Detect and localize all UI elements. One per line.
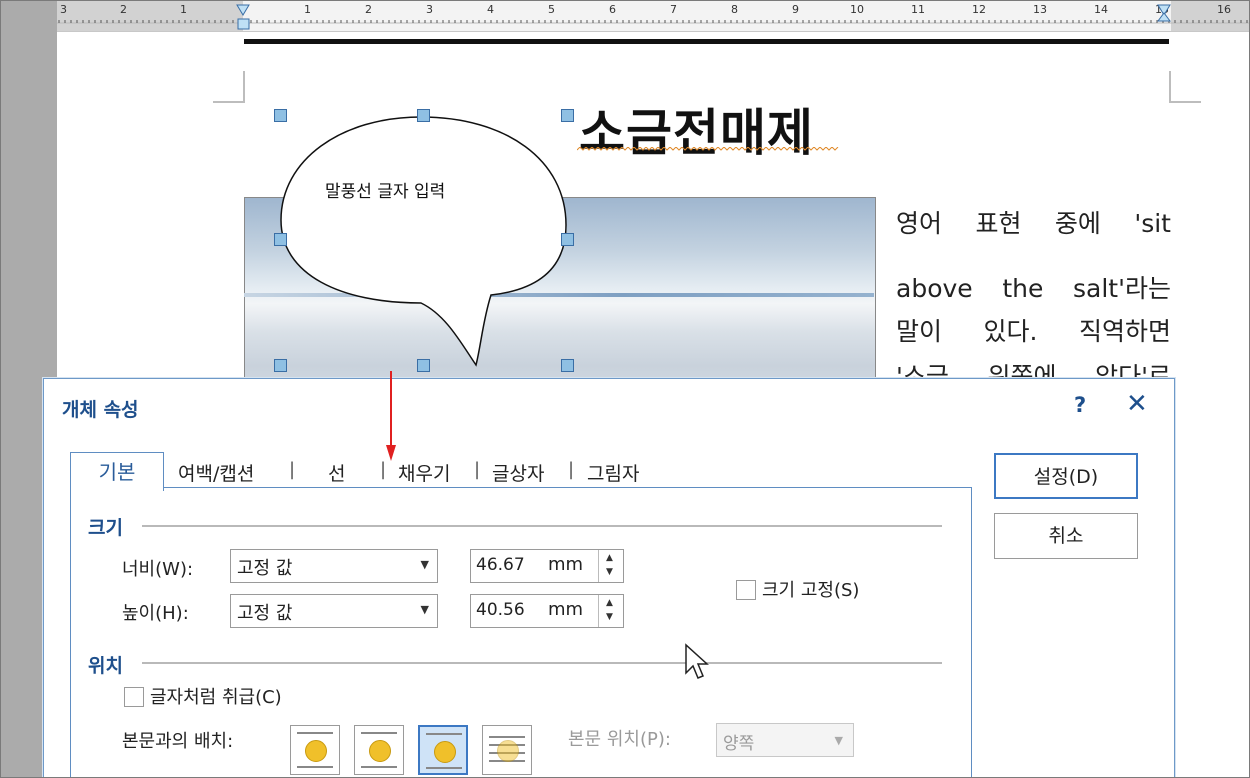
- paragraph-line[interactable]: 말이 있다. 직역하면: [896, 312, 1171, 348]
- height-value-spinner[interactable]: 40.56 mm ▲ ▼: [470, 594, 624, 628]
- mouse-cursor-icon: [685, 643, 709, 679]
- bubble-text[interactable]: 말풍선 글자 입력: [325, 177, 445, 202]
- help-button[interactable]: ?: [1074, 393, 1086, 417]
- resize-handle[interactable]: [274, 233, 287, 246]
- spin-down-icon[interactable]: ▼: [606, 612, 613, 622]
- right-indent-marker-lower[interactable]: [1157, 12, 1171, 22]
- lock-size-label[interactable]: 크기 고정(S): [762, 576, 859, 602]
- tab-separator: |: [568, 459, 575, 480]
- close-button[interactable]: ✕: [1126, 389, 1148, 419]
- height-unit: mm: [548, 599, 584, 620]
- spin-up-icon[interactable]: ▲: [606, 553, 613, 563]
- wrap-square-button[interactable]: [290, 725, 340, 775]
- cancel-button[interactable]: 취소: [994, 513, 1138, 559]
- chevron-down-icon: ▼: [420, 603, 429, 616]
- resize-handle[interactable]: [561, 359, 574, 372]
- horizontal-ruler[interactable]: 3 2 1 1 2 3 4 5 6 7 8 9 10 11 12 13 14 1…: [57, 1, 1249, 32]
- text-position-select: 양쪽 ▼: [716, 723, 854, 757]
- speech-bubble-shape[interactable]: [271, 105, 581, 375]
- screen-frame: 3 2 1 1 2 3 4 5 6 7 8 9 10 11 12 13 14 1…: [0, 0, 1250, 778]
- spin-down-icon[interactable]: ▼: [606, 567, 613, 577]
- text-lines: [426, 733, 462, 735]
- smiley-object-icon: [369, 740, 391, 762]
- smiley-object-icon: [497, 740, 519, 762]
- wrap-behind-button[interactable]: [482, 725, 532, 775]
- indent-marker-top[interactable]: [236, 4, 250, 16]
- spellcheck-underline: [577, 147, 839, 151]
- text-lines: [361, 732, 397, 734]
- chevron-down-icon: ▼: [420, 558, 429, 571]
- indent-marker-bottom[interactable]: [237, 18, 250, 30]
- ok-button[interactable]: 설정(D): [994, 453, 1138, 499]
- smiley-object-icon: [434, 741, 456, 763]
- smiley-object-icon: [305, 740, 327, 762]
- width-mode-value: 고정 값: [237, 558, 293, 579]
- height-value: 40.56: [476, 600, 525, 620]
- lock-size-checkbox[interactable]: [736, 580, 756, 600]
- dialog-title: 개체 속성: [62, 399, 139, 421]
- size-section-title: 크기: [88, 517, 123, 539]
- text-lines: [297, 732, 333, 734]
- width-value-spinner[interactable]: 46.67 mm ▲ ▼: [470, 549, 624, 583]
- height-mode-select[interactable]: 고정 값 ▼: [230, 594, 438, 628]
- wrap-top-bottom-button[interactable]: [354, 725, 404, 775]
- crop-mark: [1169, 71, 1201, 103]
- width-value: 46.67: [476, 555, 525, 575]
- crop-mark: [213, 71, 245, 103]
- ruler-ticks: [57, 4, 1249, 30]
- tab-fill[interactable]: 채우기: [398, 459, 450, 486]
- tab-margin-caption[interactable]: 여백/캡션: [178, 459, 254, 486]
- wrap-label: 본문과의 배치:: [122, 731, 234, 752]
- annotation-arrow-icon: [386, 371, 396, 461]
- resize-handle[interactable]: [561, 109, 574, 122]
- tab-basic[interactable]: 기본: [70, 452, 164, 491]
- resize-handle[interactable]: [561, 233, 574, 246]
- tab-shadow[interactable]: 그림자: [587, 459, 639, 486]
- spinner-buttons[interactable]: ▲ ▼: [598, 550, 623, 582]
- tab-line[interactable]: 선: [328, 459, 345, 486]
- position-section-title: 위치: [88, 655, 123, 677]
- paragraph-line[interactable]: above the salt'라는: [896, 269, 1171, 305]
- text-lines: [361, 766, 397, 768]
- chevron-down-icon: ▼: [834, 734, 843, 747]
- header-rule: [244, 39, 1169, 44]
- paragraph-line[interactable]: '소금 위쪽에 앉다'로: [896, 357, 1171, 377]
- section-divider: [142, 525, 942, 527]
- width-unit: mm: [548, 554, 584, 575]
- tab-textbox[interactable]: 글상자: [492, 459, 544, 486]
- text-lines: [489, 736, 525, 738]
- spinner-buttons[interactable]: ▲ ▼: [598, 595, 623, 627]
- text-lines: [297, 766, 333, 768]
- text-lines: [426, 767, 462, 769]
- tab-separator: |: [474, 459, 481, 480]
- height-label: 높이(H):: [122, 603, 189, 624]
- width-mode-select[interactable]: 고정 값 ▼: [230, 549, 438, 583]
- paragraph-line[interactable]: 영어 표현 중에 'sit: [896, 204, 1171, 240]
- resize-handle[interactable]: [274, 109, 287, 122]
- object-properties-dialog: 개체 속성 ? ✕ 기본 여백/캡션 | 선 | 채우기 | 글상자 | 그림자…: [43, 378, 1175, 777]
- document-title[interactable]: 소금전매제: [579, 93, 814, 165]
- spin-up-icon[interactable]: ▲: [606, 598, 613, 608]
- treat-as-char-checkbox[interactable]: [124, 687, 144, 707]
- resize-handle[interactable]: [417, 109, 430, 122]
- resize-handle[interactable]: [274, 359, 287, 372]
- resize-handle[interactable]: [417, 359, 430, 372]
- section-divider: [142, 662, 942, 664]
- text-position-value: 양쪽: [723, 734, 755, 754]
- treat-as-char-label[interactable]: 글자처럼 취급(C): [150, 683, 282, 709]
- height-mode-value: 고정 값: [237, 603, 293, 624]
- width-label: 너비(W):: [122, 559, 194, 580]
- tab-separator: |: [289, 459, 296, 480]
- text-position-label: 본문 위치(P):: [568, 729, 671, 750]
- wrap-in-front-button[interactable]: [418, 725, 468, 775]
